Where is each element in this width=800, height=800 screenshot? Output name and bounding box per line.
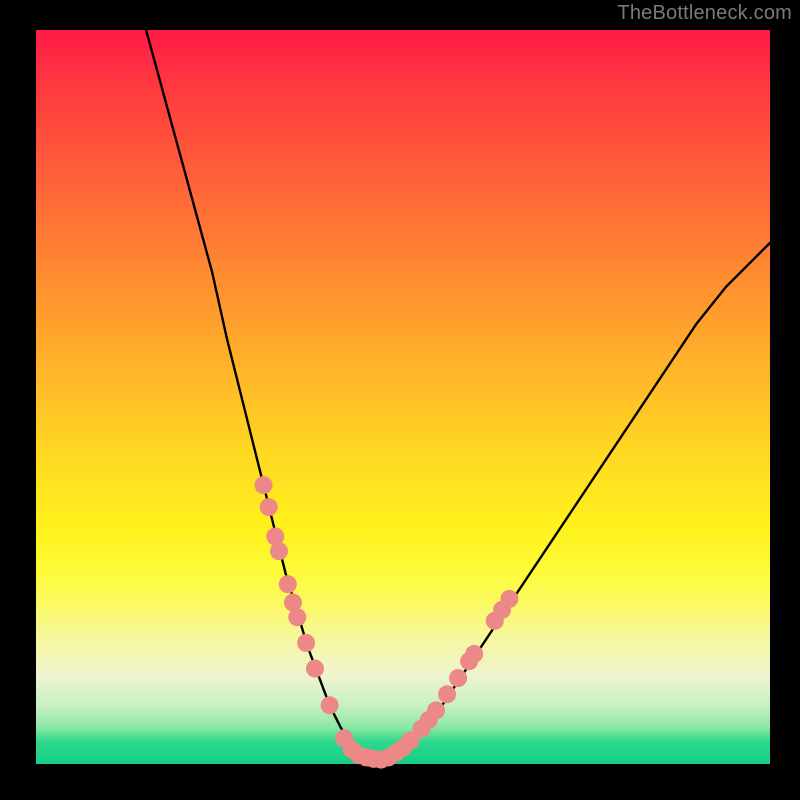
emphasis-dot [321, 696, 339, 714]
emphasis-dot [279, 575, 297, 593]
watermark-text: TheBottleneck.com [617, 2, 792, 25]
emphasis-dot [438, 685, 456, 703]
emphasis-dot [260, 498, 278, 516]
emphasis-dot [255, 476, 273, 494]
chart-svg [36, 30, 770, 764]
emphasis-dot [270, 542, 288, 560]
emphasis-dot [297, 634, 315, 652]
emphasis-dot [500, 590, 518, 608]
emphasis-dot [306, 660, 324, 678]
bottleneck-curve [146, 30, 770, 760]
emphasis-dot [449, 669, 467, 687]
emphasis-dot [288, 608, 306, 626]
emphasis-dot [427, 701, 445, 719]
emphasis-dots-group [255, 476, 519, 769]
chart-frame: TheBottleneck.com [0, 0, 800, 800]
plot-area [36, 30, 770, 764]
emphasis-dot [465, 645, 483, 663]
